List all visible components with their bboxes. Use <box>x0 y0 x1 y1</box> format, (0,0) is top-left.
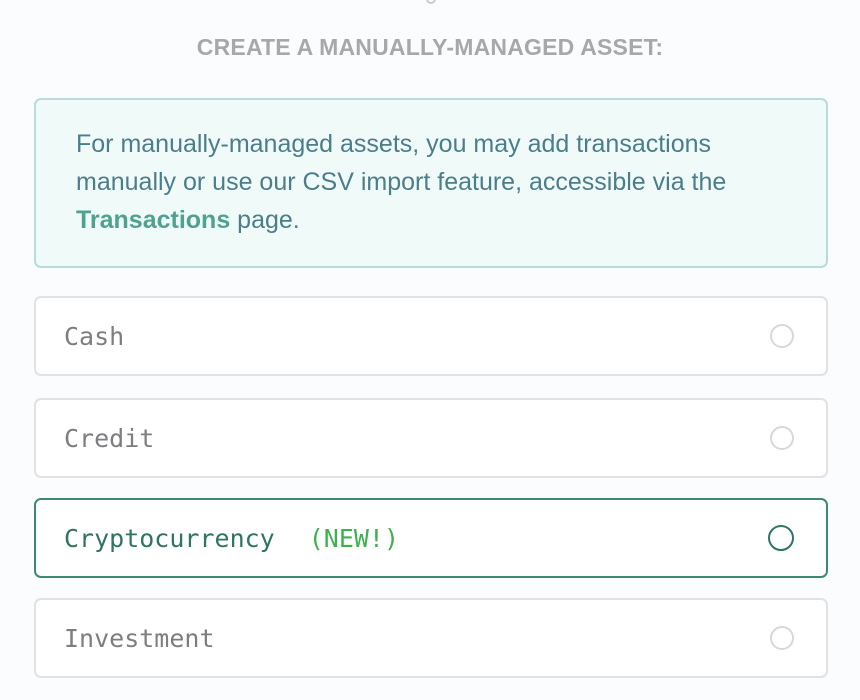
radio-button[interactable] <box>770 324 794 348</box>
transactions-link[interactable]: Transactions <box>76 206 230 234</box>
option-credit[interactable]: Credit <box>34 398 828 478</box>
info-box: For manually-managed assets, you may add… <box>34 98 828 268</box>
radio-button[interactable] <box>770 426 794 450</box>
option-cash[interactable]: Cash <box>34 296 828 376</box>
option-cryptocurrency[interactable]: Cryptocurrency (NEW!) <box>34 498 828 578</box>
option-investment[interactable]: Investment <box>34 598 828 678</box>
section-title: CREATE A MANUALLY-MANAGED ASSET: <box>196 34 664 60</box>
radio-button[interactable] <box>768 525 794 551</box>
option-label: Investment <box>64 623 215 653</box>
info-text-before: For manually-managed assets, you may add… <box>76 130 727 196</box>
new-badge: (NEW!) <box>308 523 400 553</box>
option-label: Cryptocurrency <box>64 523 275 553</box>
option-label: Cash <box>64 321 125 351</box>
top-partial-icon <box>426 0 436 4</box>
info-text-after: page. <box>230 206 300 234</box>
option-label: Credit <box>64 423 155 453</box>
radio-button[interactable] <box>770 626 794 650</box>
